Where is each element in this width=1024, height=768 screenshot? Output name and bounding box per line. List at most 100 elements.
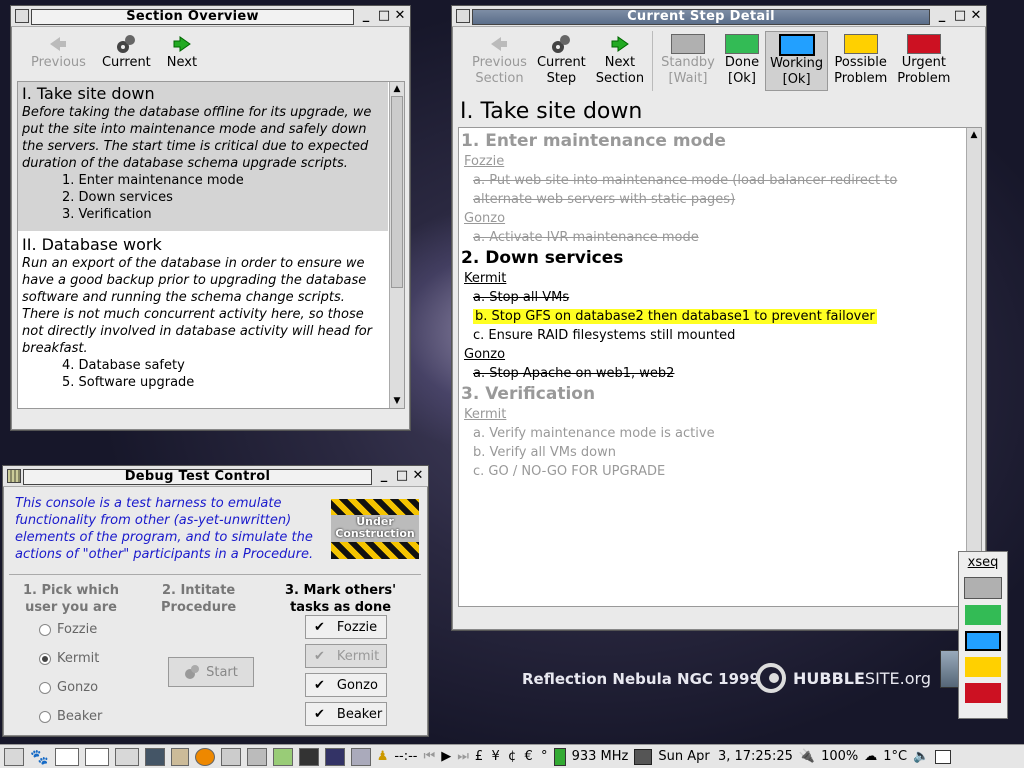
pager-icon[interactable] [144,747,165,766]
step-item: 2. Down services [62,190,173,205]
arrow-right-icon [172,33,192,55]
toolbar: Previous Section Current Step Next Section … [452,27,986,95]
mark-done-buttons: ✔ Fozzie ✔ Kermit ✔ Gonzo ✔ Beaker [305,615,387,731]
cloud-icon: ☁ [864,749,878,764]
volume-icon[interactable]: 🔈 [913,749,929,764]
minimize-icon[interactable]: _ [358,8,374,24]
hubblesite-logo: HUBBLE SITE.org [755,662,931,694]
window-menu-icon[interactable] [456,9,470,23]
step-item: 5. Software upgrade [62,375,195,390]
task-item[interactable]: a. Put web site into maintenance mode (l… [459,171,959,209]
task-item[interactable]: a. Activate IVR maintenance mode [459,228,959,247]
window-title: Section Overview [31,9,354,25]
minimize-icon[interactable]: _ [934,8,950,24]
xseq-done[interactable] [965,605,1001,625]
radio-kermit[interactable]: Kermit [39,644,102,673]
clock[interactable]: Sun Apr 3, 17:25:25 [658,749,793,764]
section-item[interactable]: I. Take site down Before taking the data… [18,82,388,231]
standby-button[interactable]: Standby [Wait] [657,31,719,89]
nebula-icon[interactable] [324,747,345,766]
window-menu-icon[interactable] [7,469,21,483]
arrow-right-icon [610,33,630,55]
desktop-icon[interactable] [4,747,24,766]
xseq-working[interactable] [965,631,1001,651]
next-section-button[interactable]: Next Section [592,31,648,89]
foot-icon[interactable]: 🐾 [30,748,49,766]
scroll-down-icon[interactable]: ▼ [390,394,404,408]
xseq-possible[interactable] [965,657,1001,677]
tools-icon[interactable] [170,747,189,766]
maximize-icon[interactable]: □ [394,468,410,484]
weather-icon[interactable] [350,747,371,766]
previous-button[interactable]: Previous [27,31,90,73]
window-menu-icon[interactable] [15,9,29,23]
scrollbar[interactable]: ▲ [966,128,981,606]
section-item[interactable]: II. Database work Run an export of the d… [18,231,388,395]
hubble-icon [756,663,786,693]
maximize-icon[interactable]: □ [376,8,392,24]
xseq-urgent[interactable] [965,683,1001,703]
battery-icon [553,747,566,766]
urgent-problem-button[interactable]: Urgent Problem [893,31,954,89]
step-title: 2. Down services [461,248,624,268]
previous-section-button[interactable]: Previous Section [468,31,531,89]
next-button[interactable]: Next [163,31,201,73]
minimize-icon[interactable]: _ [376,468,392,484]
window-icon[interactable] [114,747,139,766]
close-icon[interactable]: ✕ [410,468,426,484]
media-next-icon[interactable]: ⏭ [457,749,469,764]
radio-fozzie[interactable]: Fozzie [39,615,102,644]
scroll-up-icon[interactable]: ▲ [967,128,981,142]
gears-icon [550,33,572,55]
current-step-button[interactable]: Current Step [533,31,590,89]
calculator-icon[interactable] [246,747,267,766]
temperature: 1°C [883,749,908,764]
assignee: Gonzo [464,347,506,362]
done-button[interactable]: Done [Ok] [721,31,763,89]
editor-icon[interactable] [272,747,293,766]
task-item[interactable]: a. Stop Apache on web1, web2 [459,364,959,383]
window-icon[interactable] [84,747,109,766]
mark-fozzie-button[interactable]: ✔ Fozzie [305,615,387,639]
check-icon: ✔ [314,648,325,664]
task-item-active[interactable]: b. Stop GFS on database2 then database1 … [459,307,959,326]
task-item[interactable]: a. Stop all VMs [459,288,959,307]
media-prev-icon[interactable]: ⏮ [424,749,436,764]
media-play-icon[interactable]: ▶ [441,749,451,764]
current-button[interactable]: Current [98,31,155,73]
mark-beaker-button[interactable]: ✔ Beaker [305,702,387,726]
section-heading: I. Take site down [22,84,155,103]
scroll-thumb[interactable] [391,96,403,288]
maximize-icon[interactable]: □ [952,8,968,24]
task-item[interactable]: b. Verify all VMs down [459,443,959,462]
possible-problem-button[interactable]: Possible Problem [830,31,891,89]
mail-status-icon[interactable] [935,749,952,764]
working-button[interactable]: Working [Ok] [765,31,829,91]
mark-kermit-button[interactable]: ✔ Kermit [305,644,387,668]
task-item[interactable]: c. Ensure RAID filesystems still mounted [459,326,959,345]
start-button[interactable]: Start [168,657,254,687]
task-item[interactable]: a. Verify maintenance mode is active [459,424,959,443]
mark-gonzo-button[interactable]: ✔ Gonzo [305,673,387,697]
terminal-icon[interactable] [298,747,319,766]
xseq-standby[interactable] [964,577,1002,599]
radio-beaker[interactable]: Beaker [39,702,102,731]
window-title: Current Step Detail [472,9,930,25]
assignee: Kermit [464,271,507,286]
user-icon[interactable]: ♟ [377,749,389,764]
scroll-up-icon[interactable]: ▲ [390,82,404,96]
window-icon[interactable] [54,747,79,766]
section-overview-window: Section Overview _ □ ✕ Previous Current … [10,5,411,431]
battery-level: 100% [821,749,859,764]
scrollbar[interactable]: ▲ ▼ [389,82,404,408]
browser-icon[interactable] [194,747,215,766]
power-plug-icon: 🔌 [798,749,816,764]
close-icon[interactable]: ✕ [392,8,408,24]
task-item[interactable]: c. GO / NO-GO FOR UPGRADE [459,462,959,481]
titlebar: Current Step Detail _ □ ✕ [452,6,986,27]
mail-icon[interactable] [220,747,241,766]
radio-gonzo[interactable]: Gonzo [39,673,102,702]
close-icon[interactable]: ✕ [968,8,984,24]
possible-swatch [843,34,878,54]
monitor-icon[interactable] [634,748,653,765]
